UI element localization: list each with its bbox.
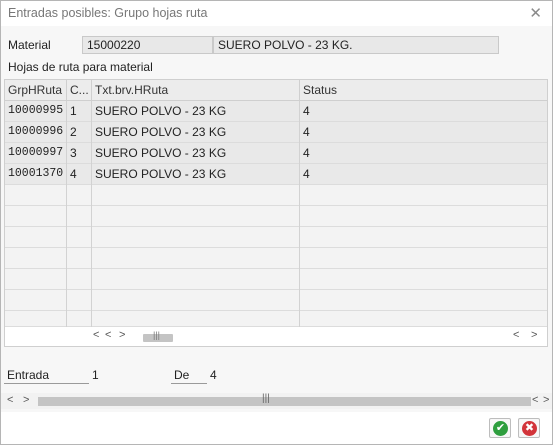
column-header-counter[interactable]: C... [67, 80, 92, 101]
column-header-text[interactable]: Txt.brv.HRuta [92, 80, 300, 101]
column-header-grphruta[interactable]: GrpHRuta [5, 80, 67, 101]
column-divider [66, 101, 67, 327]
scroll-left-icon[interactable]: < [7, 394, 13, 406]
cell-counter: 4 [70, 167, 77, 181]
cell-counter: 1 [70, 104, 77, 118]
dialog-title: Entradas posibles: Grupo hojas ruta [8, 6, 208, 20]
dialog-scroll-thumb[interactable]: ||| [38, 393, 531, 406]
table-row[interactable]: 10000996 2 SUERO POLVO - 23 KG 4 [5, 122, 547, 143]
dialog-footer: ✔ ✖ [1, 412, 552, 444]
empty-row [5, 206, 547, 227]
table-scroll-thumb[interactable]: ||| [143, 330, 173, 342]
scroll-right-end-icon[interactable]: > [531, 329, 537, 341]
title-bar: Entradas posibles: Grupo hojas ruta ✕ [1, 1, 552, 25]
scroll-right-end-icon[interactable]: > [543, 394, 549, 406]
routing-table: GrpHRuta C... Txt.brv.HRuta Status 10000… [4, 79, 548, 347]
column-divider [91, 101, 92, 327]
cell-counter: 3 [70, 146, 77, 160]
confirm-button[interactable]: ✔ [489, 418, 511, 438]
cell-text: SUERO POLVO - 23 KG [95, 146, 227, 160]
cell-status: 4 [303, 167, 310, 181]
cancel-x-icon: ✖ [522, 421, 537, 436]
scroll-first-icon[interactable]: < [93, 329, 99, 341]
cell-grphruta: 10000995 [8, 104, 64, 117]
entrada-value: 1 [92, 368, 99, 382]
cell-status: 4 [303, 146, 310, 160]
table-row[interactable]: 10000995 1 SUERO POLVO - 23 KG 4 [5, 101, 547, 122]
cell-text: SUERO POLVO - 23 KG [95, 125, 227, 139]
entry-counter-row: Entrada 1 De 4 [1, 366, 552, 386]
cell-status: 4 [303, 125, 310, 139]
cell-grphruta: 10000996 [8, 125, 64, 138]
column-divider [299, 101, 300, 327]
scroll-left-end-icon[interactable]: < [532, 394, 538, 406]
entrada-label: Entrada [4, 366, 89, 384]
table-horizontal-scrollbar[interactable]: < < > ||| < > [91, 329, 547, 346]
de-value: 4 [210, 368, 217, 382]
empty-row [5, 269, 547, 290]
table-row[interactable]: 10001370 4 SUERO POLVO - 23 KG 4 [5, 164, 547, 185]
column-header-status[interactable]: Status [300, 80, 547, 101]
scroll-left-icon[interactable]: < [105, 329, 111, 341]
dialog-content: Material 15000220 SUERO POLVO - 23 KG. H… [1, 26, 552, 412]
cell-counter: 2 [70, 125, 77, 139]
material-description-field: SUERO POLVO - 23 KG. [213, 36, 499, 54]
empty-row [5, 227, 547, 248]
empty-row [5, 248, 547, 269]
material-number-field: 15000220 [82, 36, 213, 54]
table-header: GrpHRuta C... Txt.brv.HRuta Status [5, 80, 547, 101]
empty-row [5, 185, 547, 206]
scroll-left-end-icon[interactable]: < [513, 329, 519, 341]
cell-status: 4 [303, 104, 310, 118]
cell-text: SUERO POLVO - 23 KG [95, 167, 227, 181]
scroll-right-icon[interactable]: > [23, 394, 29, 406]
cell-grphruta: 10000997 [8, 146, 64, 159]
cell-grphruta: 10001370 [8, 167, 64, 180]
de-label: De [171, 366, 207, 384]
material-label: Material [8, 38, 51, 52]
section-label: Hojas de ruta para material [8, 60, 153, 74]
table-row[interactable]: 10000997 3 SUERO POLVO - 23 KG 4 [5, 143, 547, 164]
checkmark-icon: ✔ [493, 421, 508, 436]
dialog-window: Entradas posibles: Grupo hojas ruta ✕ Ma… [0, 0, 553, 445]
empty-row [5, 290, 547, 311]
cell-text: SUERO POLVO - 23 KG [95, 104, 227, 118]
cancel-button[interactable]: ✖ [518, 418, 540, 438]
dialog-horizontal-scrollbar[interactable]: < > ||| < > [1, 393, 552, 409]
scroll-right-icon[interactable]: > [119, 329, 125, 341]
empty-row [5, 311, 547, 327]
material-row: Material 15000220 SUERO POLVO - 23 KG. [1, 35, 552, 55]
close-icon[interactable]: ✕ [529, 4, 542, 22]
